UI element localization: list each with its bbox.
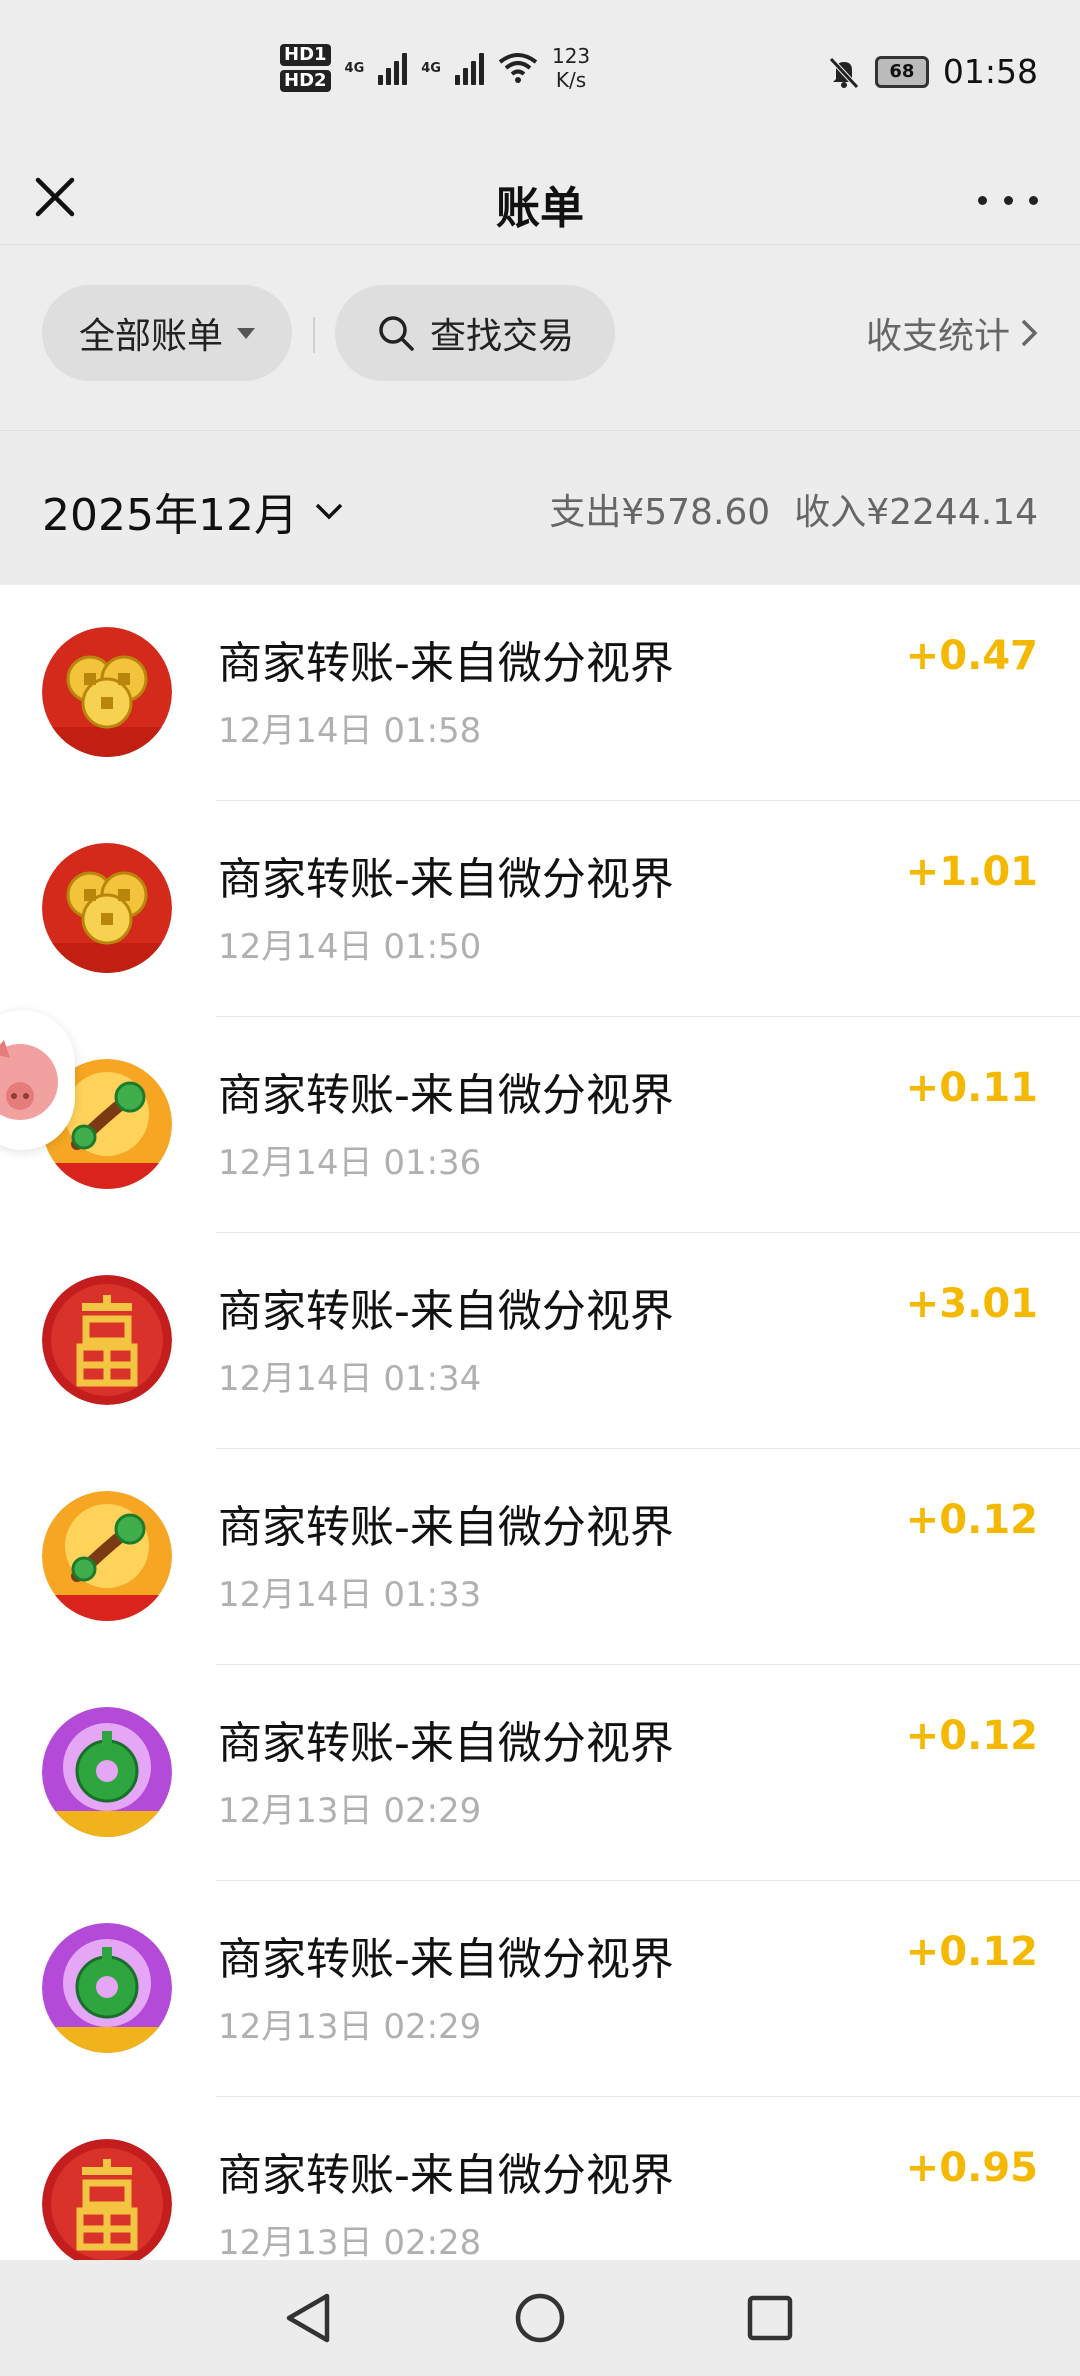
all-bills-filter-button[interactable]: 全部账单	[42, 285, 292, 381]
transaction-row[interactable]: 商家转账-来自微分视界 12月13日 02:28 +0.95	[0, 2097, 1080, 2260]
all-bills-label: 全部账单	[78, 316, 223, 357]
month-selector[interactable]: 2025年12月	[42, 479, 344, 543]
search-icon	[379, 316, 414, 351]
home-icon[interactable]	[510, 2288, 570, 2348]
caret-down-icon	[237, 327, 255, 339]
hd2-badge: HD2	[280, 70, 331, 92]
transaction-amount: +0.11	[905, 1065, 1038, 1111]
signal-icon	[378, 51, 408, 85]
transaction-title: 商家转账-来自微分视界	[218, 1718, 674, 1769]
chevron-down-icon	[315, 503, 343, 520]
month-label: 2025年12月	[42, 490, 298, 541]
stats-label: 收支统计	[865, 316, 1010, 357]
transaction-row[interactable]: 商家转账-来自微分视界 12月14日 01:50 +1.01	[0, 801, 1080, 1017]
month-totals: 支出¥578.60 收入¥2244.14	[549, 483, 1038, 535]
wifi-icon	[498, 53, 538, 83]
transaction-title: 商家转账-来自微分视界	[218, 1070, 674, 1121]
transaction-time: 12月13日 02:28	[218, 2223, 482, 2260]
expense-total: 支出¥578.60	[549, 492, 771, 533]
transaction-title: 商家转账-来自微分视界	[218, 638, 674, 689]
recents-icon[interactable]	[740, 2288, 800, 2348]
transaction-time: 12月13日 02:29	[218, 2007, 482, 2047]
more-icon[interactable]	[978, 180, 1038, 220]
jade-ring-icon	[42, 1707, 172, 1837]
transaction-amount: +0.12	[905, 1713, 1038, 1759]
transaction-time: 12月14日 01:50	[218, 927, 482, 967]
net-speed-value: 123	[551, 44, 591, 68]
transaction-amount: +0.12	[905, 1929, 1038, 1975]
transaction-amount: +0.47	[905, 633, 1038, 679]
income-expense-stats-link[interactable]: 收支统计	[866, 307, 1038, 359]
search-transactions-button[interactable]: 查找交易	[335, 285, 615, 381]
transaction-amount: +0.12	[905, 1497, 1038, 1543]
net-speed: 123 K/s	[552, 44, 590, 92]
net-speed-unit: K/s	[555, 68, 587, 92]
transaction-row[interactable]: 商家转账-来自微分视界 12月14日 01:34 +3.01	[0, 1233, 1080, 1449]
hd1-badge: HD1	[280, 44, 331, 66]
fu-character-icon	[42, 2139, 172, 2260]
floating-pig-icon	[0, 1040, 58, 1120]
transaction-title: 商家转账-来自微分视界	[218, 1934, 674, 1985]
transaction-title: 商家转账-来自微分视界	[218, 2150, 674, 2201]
transaction-row[interactable]: 商家转账-来自微分视界 12月13日 02:29 +0.12	[0, 1665, 1080, 1881]
filter-toolbar: 全部账单 查找交易 收支统计	[0, 245, 1080, 429]
status-bar: HD1 HD2 4G 4G 123 K/s 68 01:58	[0, 0, 1080, 150]
coins-2025-icon	[42, 843, 172, 973]
transaction-time: 12月14日 01:33	[218, 1575, 482, 1615]
bell-muted-icon	[829, 56, 859, 89]
battery-icon: 68	[874, 55, 929, 88]
transaction-row[interactable]: 商家转账-来自微分视界 12月14日 01:58 +0.47	[0, 585, 1080, 801]
jade-ruyi-icon	[42, 1491, 172, 1621]
transaction-time: 12月13日 02:29	[218, 1791, 482, 1831]
transaction-title: 商家转账-来自微分视界	[218, 1502, 674, 1553]
transaction-amount: +3.01	[905, 1281, 1038, 1327]
transaction-row[interactable]: 商家转账-来自微分视界 12月13日 02:29 +0.12	[0, 1881, 1080, 2097]
transaction-time: 12月14日 01:36	[218, 1143, 482, 1183]
header: 账单	[0, 150, 1080, 245]
transaction-list: 商家转账-来自微分视界 12月14日 01:58 +0.47 商家转账-来自微分…	[0, 585, 1080, 2260]
transaction-time: 12月14日 01:58	[218, 711, 482, 751]
network-label-1: 4G	[344, 60, 365, 76]
network-label-2: 4G	[421, 60, 441, 76]
toolbar-divider	[313, 317, 315, 353]
jade-ring-icon	[42, 1923, 172, 2053]
transaction-amount: +1.01	[905, 849, 1038, 895]
transaction-time: 12月14日 01:34	[218, 1359, 482, 1399]
transaction-amount: +0.95	[905, 2145, 1038, 2191]
status-right: 68 01:58	[827, 52, 1038, 91]
transaction-title: 商家转账-来自微分视界	[218, 1286, 674, 1337]
search-label: 查找交易	[429, 316, 574, 357]
coins-2025-icon	[42, 627, 172, 757]
transaction-row[interactable]: 商家转账-来自微分视界 12月14日 01:33 +0.12	[0, 1449, 1080, 1665]
income-total: 收入¥2244.14	[794, 492, 1038, 533]
clock: 01:58	[942, 52, 1038, 91]
fu-character-icon	[42, 1275, 172, 1405]
transaction-title: 商家转账-来自微分视界	[218, 854, 674, 905]
month-summary-bar: 2025年12月 支出¥578.60 收入¥2244.14	[0, 430, 1080, 586]
back-icon[interactable]	[279, 2288, 339, 2348]
transaction-row[interactable]: 商家转账-来自微分视界 12月14日 01:36 +0.11	[0, 1017, 1080, 1233]
system-nav-bar	[0, 2260, 1080, 2376]
status-left: HD1 HD2 4G 4G 123 K/s	[280, 44, 590, 92]
floating-assistant-bubble[interactable]	[0, 1010, 75, 1150]
chevron-right-icon	[1021, 319, 1038, 347]
page-title: 账单	[496, 183, 584, 234]
signal-icon-2	[454, 51, 484, 85]
